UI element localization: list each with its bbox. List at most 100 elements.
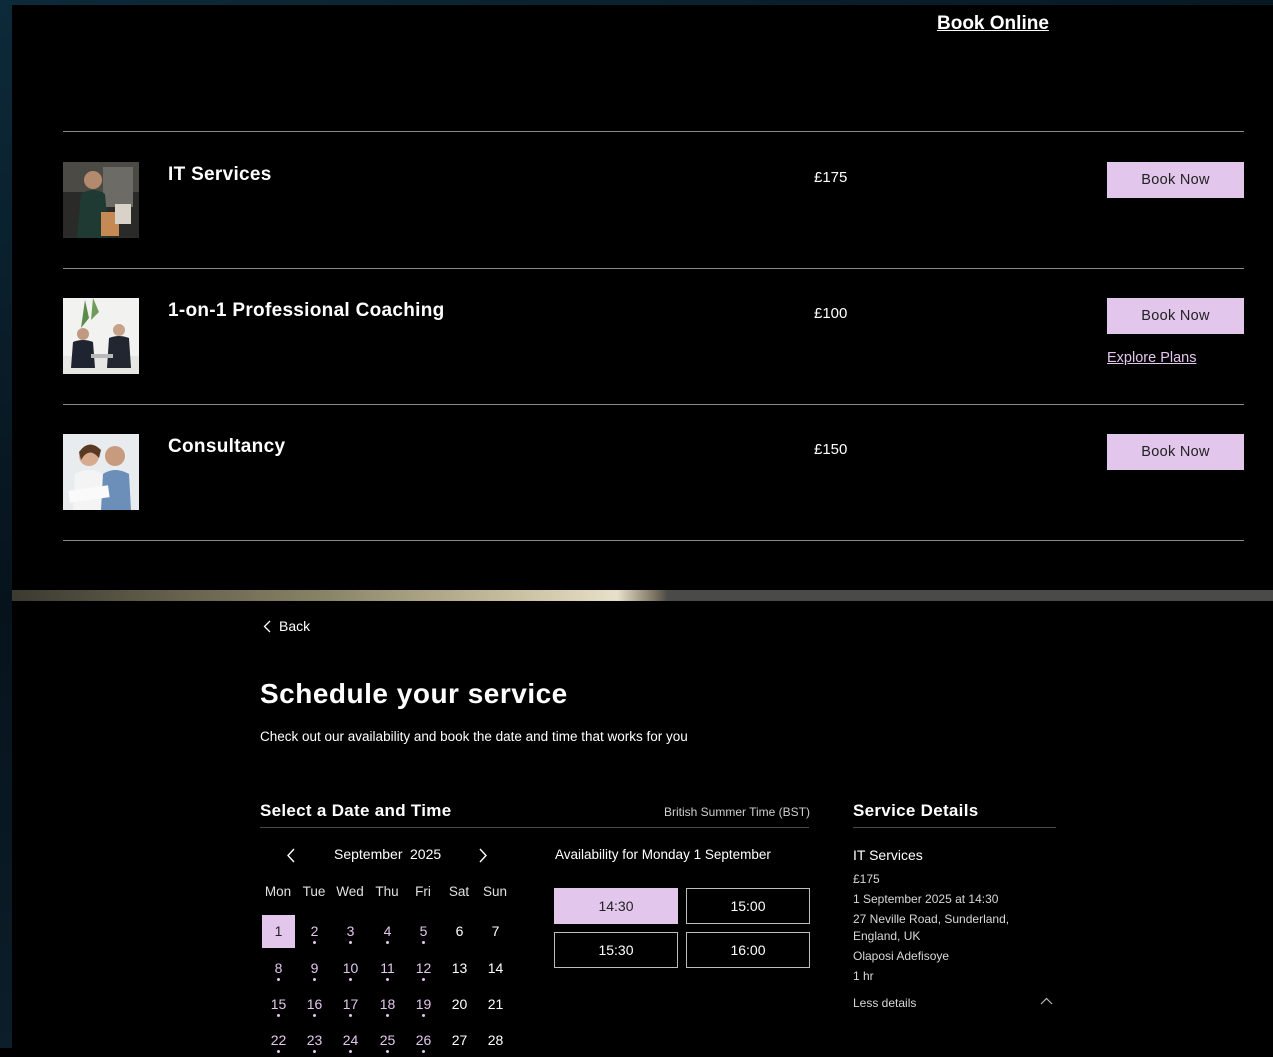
explore-plans-link[interactable]: Explore Plans — [1107, 350, 1196, 366]
service-price: £150 — [814, 441, 848, 458]
calendar-day: 13 — [451, 960, 468, 976]
time-slot[interactable]: 14:30 — [554, 888, 678, 924]
calendar-day[interactable]: 3 — [334, 915, 367, 948]
availability-dot — [313, 1014, 316, 1017]
calendar-day: 21 — [487, 996, 504, 1012]
section-rule — [260, 827, 809, 828]
chevron-left-icon — [263, 620, 271, 632]
chevron-up-icon[interactable] — [1040, 997, 1053, 1005]
availability-dot — [349, 1050, 352, 1053]
weekday-header: Sat — [448, 884, 470, 899]
calendar-day[interactable]: 8 — [262, 952, 295, 985]
calendar-day[interactable]: 15 — [262, 988, 295, 1021]
timezone-label: British Summer Time (BST) — [664, 805, 811, 819]
availability-dot — [349, 978, 352, 981]
availability-dot — [313, 1050, 316, 1053]
weekday-header: Fri — [415, 884, 431, 899]
back-button[interactable]: Back — [263, 618, 310, 634]
service-price: £175 — [814, 169, 848, 186]
availability-dot — [313, 941, 316, 944]
calendar-day[interactable]: 16 — [298, 988, 331, 1021]
calendar-day[interactable]: 10 — [334, 952, 367, 985]
calendar-day: 27 — [451, 1032, 468, 1048]
time-slot[interactable]: 15:30 — [554, 932, 678, 968]
chevron-right-icon[interactable] — [478, 848, 488, 863]
calendar-day: 6 — [455, 923, 464, 939]
detail-duration: 1 hr — [853, 969, 874, 983]
availability-dot — [277, 978, 280, 981]
availability-dot — [422, 978, 425, 981]
service-title: IT Services — [168, 164, 272, 185]
availability-dot — [386, 941, 389, 944]
calendar-day[interactable]: 17 — [334, 988, 367, 1021]
hero-image-strip — [12, 590, 1273, 601]
calendar-day[interactable]: 24 — [334, 1024, 367, 1057]
weekday-header: Mon — [264, 884, 292, 899]
calendar-day: 14 — [487, 960, 504, 976]
availability-dot — [386, 1014, 389, 1017]
service-title: 1-on-1 Professional Coaching — [168, 300, 445, 321]
divider — [63, 540, 1244, 541]
calendar-day[interactable]: 26 — [407, 1024, 440, 1057]
availability-dot — [386, 1050, 389, 1053]
calendar-day: 20 — [451, 996, 468, 1012]
calendar-day[interactable]: 23 — [298, 1024, 331, 1057]
chevron-left-icon[interactable] — [286, 848, 296, 863]
booking-page — [12, 601, 1273, 1048]
detail-datetime: 1 September 2025 at 14:30 — [853, 892, 999, 906]
calendar-day: 28 — [487, 1032, 504, 1048]
back-label: Back — [279, 618, 311, 634]
page-title: Schedule your service — [260, 678, 568, 709]
calendar-day[interactable]: 2 — [298, 915, 331, 948]
service-price: £100 — [814, 305, 848, 322]
time-slot[interactable]: 15:00 — [686, 888, 810, 924]
less-details-toggle[interactable]: Less details — [853, 996, 916, 1010]
section-rule — [853, 827, 1056, 828]
book-now-button[interactable]: Book Now — [1107, 162, 1244, 198]
calendar-day[interactable]: 22 — [262, 1024, 295, 1057]
weekday-header: Tue — [302, 884, 326, 899]
divider — [63, 268, 1244, 269]
availability-dot — [313, 978, 316, 981]
book-online-link[interactable]: Book Online — [937, 13, 1049, 35]
detail-address-line1: 27 Neville Road, Sunderland, — [853, 912, 1010, 926]
availability-dot — [349, 941, 352, 944]
detail-address-line2: England, UK — [853, 929, 921, 943]
weekday-header: Wed — [336, 884, 364, 899]
availability-dot — [277, 1014, 280, 1017]
detail-staff: Olaposi Adefisoye — [853, 949, 950, 963]
weekday-header: Thu — [375, 884, 399, 899]
month-label: September — [334, 846, 403, 862]
time-slot[interactable]: 16:00 — [686, 932, 810, 968]
divider — [63, 131, 1244, 132]
availability-dot — [422, 1014, 425, 1017]
consultancy-photo — [63, 434, 139, 510]
services-page — [12, 5, 1273, 590]
calendar-day[interactable]: 25 — [371, 1024, 404, 1057]
service-details-title: Service Details — [853, 801, 979, 820]
availability-dot — [386, 978, 389, 981]
calendar-day: 7 — [491, 923, 500, 939]
availability-label: Availability for Monday 1 September — [555, 847, 771, 862]
detail-price: £175 — [853, 872, 880, 886]
it-services-photo — [63, 162, 139, 238]
availability-dot — [422, 941, 425, 944]
calendar-day[interactable]: 19 — [407, 988, 440, 1021]
calendar-day[interactable]: 12 — [407, 952, 440, 985]
calendar-day[interactable]: 1 — [262, 915, 295, 948]
calendar-day[interactable]: 4 — [371, 915, 404, 948]
year-label: 2025 — [410, 846, 442, 862]
availability-dot — [277, 1050, 280, 1053]
calendar-day[interactable]: 5 — [407, 915, 440, 948]
calendar-day[interactable]: 11 — [371, 952, 404, 985]
availability-dot — [349, 1014, 352, 1017]
divider — [63, 404, 1244, 405]
weekday-header: Sun — [482, 884, 508, 899]
book-now-button[interactable]: Book Now — [1107, 298, 1244, 334]
calendar-day[interactable]: 18 — [371, 988, 404, 1021]
page-subtitle: Check out our availability and book the … — [260, 729, 688, 744]
availability-dot — [422, 1050, 425, 1053]
book-now-button[interactable]: Book Now — [1107, 434, 1244, 470]
select-date-title: Select a Date and Time — [260, 801, 452, 820]
calendar-day[interactable]: 9 — [298, 952, 331, 985]
